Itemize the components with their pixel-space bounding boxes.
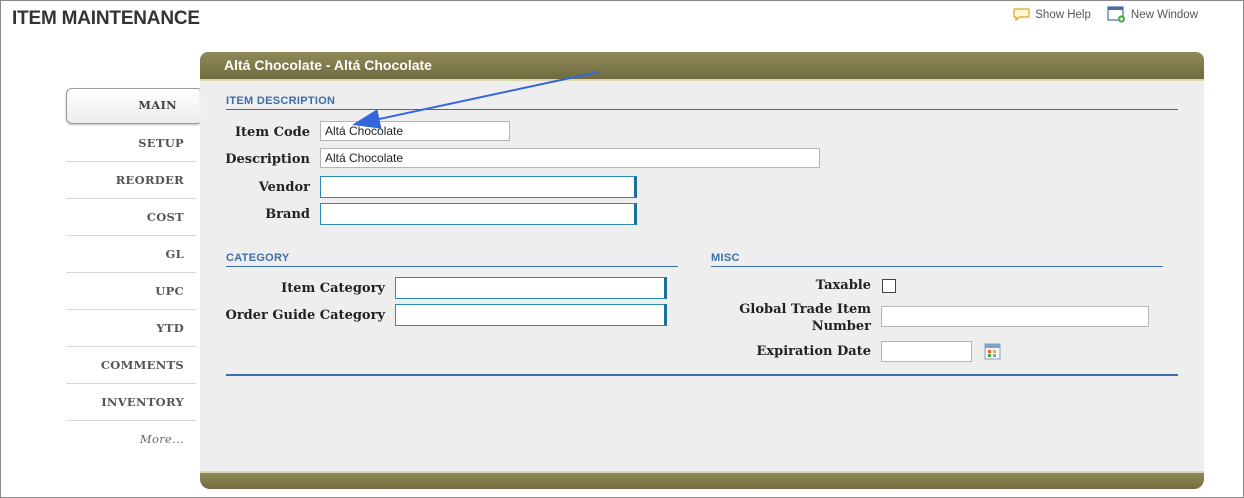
section-misc: MISC xyxy=(711,252,1163,267)
tab-setup[interactable]: SETUP xyxy=(66,125,196,162)
top-links: Show Help New Window xyxy=(1013,6,1198,23)
section-category: CATEGORY xyxy=(226,252,678,267)
tab-upc[interactable]: UPC xyxy=(66,273,196,310)
brand-field[interactable] xyxy=(320,203,637,225)
new-window-icon xyxy=(1107,6,1126,23)
speech-bubble-icon xyxy=(1013,7,1030,22)
tab-gl[interactable]: GL xyxy=(66,236,196,273)
item-category-label: Item Category xyxy=(281,281,385,296)
section-item-description: ITEM DESCRIPTION xyxy=(226,95,1178,110)
taxable-label: Taxable xyxy=(815,278,871,293)
gtin-label-line1: Global Trade Item xyxy=(739,302,871,317)
calendar-icon[interactable] xyxy=(984,343,1001,364)
show-help-label: Show Help xyxy=(1035,8,1091,21)
item-code-label: Item Code xyxy=(234,125,310,140)
expiration-date-label: Expiration Date xyxy=(756,344,871,359)
description-field[interactable]: Altá Chocolate xyxy=(320,148,820,168)
description-label: Description xyxy=(225,152,310,167)
item-code-field[interactable]: Altá Chocolate xyxy=(320,121,510,141)
section-divider xyxy=(226,374,1178,376)
order-guide-category-label: Order Guide Category xyxy=(225,308,386,323)
gtin-label-line2: Number xyxy=(811,319,871,334)
tab-reorder[interactable]: REORDER xyxy=(66,162,196,199)
gtin-field[interactable] xyxy=(881,306,1149,327)
tab-comments[interactable]: COMMENTS xyxy=(66,347,196,384)
gtin-label: Global Trade Item Number xyxy=(700,301,871,335)
panel-header: Altá Chocolate - Altá Chocolate xyxy=(200,52,1204,81)
main-panel: Altá Chocolate - Altá Chocolate ITEM DES… xyxy=(200,52,1204,489)
item-category-field[interactable] xyxy=(395,277,667,299)
vendor-label: Vendor xyxy=(258,180,310,195)
vendor-field[interactable] xyxy=(320,176,637,198)
taxable-checkbox[interactable] xyxy=(882,279,896,293)
order-guide-category-field[interactable] xyxy=(395,304,667,326)
new-window-label: New Window xyxy=(1130,8,1198,21)
tab-cost[interactable]: COST xyxy=(66,199,196,236)
side-tabs: MAIN SETUP REORDER COST GL UPC YTD COMME… xyxy=(66,88,212,458)
brand-label: Brand xyxy=(265,207,310,222)
show-help-link[interactable]: Show Help xyxy=(1013,6,1091,23)
new-window-link[interactable]: New Window xyxy=(1107,6,1198,23)
tab-ytd[interactable]: YTD xyxy=(66,310,196,347)
tab-inventory[interactable]: INVENTORY xyxy=(66,384,196,421)
expiration-date-field[interactable] xyxy=(881,341,972,362)
tab-more[interactable]: More... xyxy=(66,421,196,458)
page-title: ITEM MAINTENANCE xyxy=(12,8,200,29)
tab-main[interactable]: MAIN xyxy=(66,88,212,124)
panel-footer xyxy=(200,471,1204,489)
